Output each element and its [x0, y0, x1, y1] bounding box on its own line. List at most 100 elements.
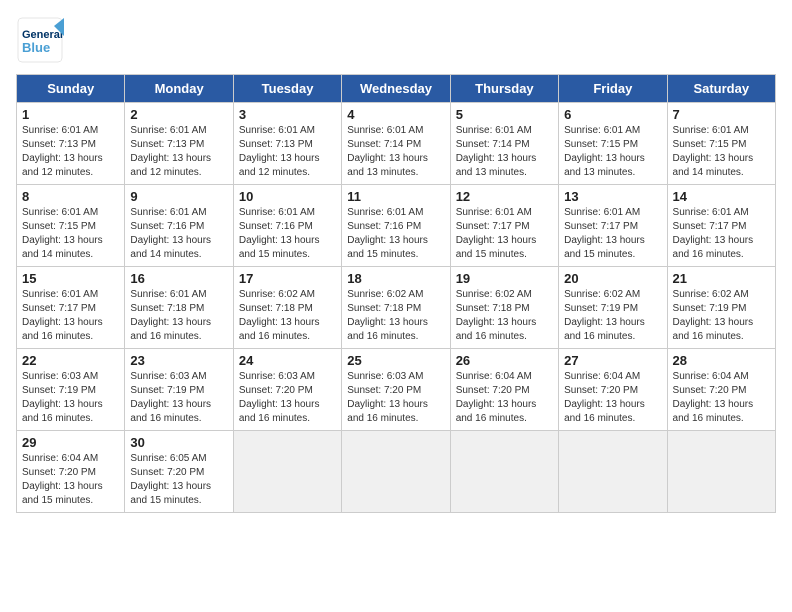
day-info: Sunrise: 6:01 AM Sunset: 7:17 PM Dayligh…	[456, 206, 553, 262]
calendar-cell: 5 Sunrise: 6:01 AM Sunset: 7:14 PM Dayli…	[450, 103, 558, 185]
day-number: 17	[239, 271, 336, 286]
svg-text:Blue: Blue	[22, 40, 50, 55]
calendar-cell: 16 Sunrise: 6:01 AM Sunset: 7:18 PM Dayl…	[125, 267, 233, 349]
day-info: Sunrise: 6:02 AM Sunset: 7:19 PM Dayligh…	[564, 288, 661, 344]
day-info: Sunrise: 6:01 AM Sunset: 7:17 PM Dayligh…	[22, 288, 119, 344]
day-number: 8	[22, 189, 119, 204]
calendar-week-3: 15 Sunrise: 6:01 AM Sunset: 7:17 PM Dayl…	[17, 267, 776, 349]
calendar-week-1: 1 Sunrise: 6:01 AM Sunset: 7:13 PM Dayli…	[17, 103, 776, 185]
day-info: Sunrise: 6:01 AM Sunset: 7:13 PM Dayligh…	[239, 124, 336, 180]
calendar-cell: 9 Sunrise: 6:01 AM Sunset: 7:16 PM Dayli…	[125, 185, 233, 267]
weekday-header-thursday: Thursday	[450, 75, 558, 103]
day-info: Sunrise: 6:04 AM Sunset: 7:20 PM Dayligh…	[564, 370, 661, 426]
day-number: 2	[130, 107, 227, 122]
calendar-cell: 1 Sunrise: 6:01 AM Sunset: 7:13 PM Dayli…	[17, 103, 125, 185]
day-info: Sunrise: 6:03 AM Sunset: 7:19 PM Dayligh…	[22, 370, 119, 426]
day-number: 14	[673, 189, 770, 204]
day-info: Sunrise: 6:02 AM Sunset: 7:19 PM Dayligh…	[673, 288, 770, 344]
calendar-cell: 7 Sunrise: 6:01 AM Sunset: 7:15 PM Dayli…	[667, 103, 775, 185]
day-number: 21	[673, 271, 770, 286]
calendar-cell: 29 Sunrise: 6:04 AM Sunset: 7:20 PM Dayl…	[17, 431, 125, 513]
calendar-cell: 6 Sunrise: 6:01 AM Sunset: 7:15 PM Dayli…	[559, 103, 667, 185]
day-number: 19	[456, 271, 553, 286]
day-info: Sunrise: 6:04 AM Sunset: 7:20 PM Dayligh…	[456, 370, 553, 426]
calendar-body: 1 Sunrise: 6:01 AM Sunset: 7:13 PM Dayli…	[17, 103, 776, 513]
day-number: 27	[564, 353, 661, 368]
day-info: Sunrise: 6:01 AM Sunset: 7:14 PM Dayligh…	[347, 124, 444, 180]
day-number: 4	[347, 107, 444, 122]
day-number: 29	[22, 435, 119, 450]
day-info: Sunrise: 6:02 AM Sunset: 7:18 PM Dayligh…	[239, 288, 336, 344]
weekday-header-monday: Monday	[125, 75, 233, 103]
day-number: 12	[456, 189, 553, 204]
weekday-header-row: SundayMondayTuesdayWednesdayThursdayFrid…	[17, 75, 776, 103]
day-number: 13	[564, 189, 661, 204]
day-info: Sunrise: 6:05 AM Sunset: 7:20 PM Dayligh…	[130, 452, 227, 508]
day-info: Sunrise: 6:01 AM Sunset: 7:15 PM Dayligh…	[673, 124, 770, 180]
calendar-cell: 10 Sunrise: 6:01 AM Sunset: 7:16 PM Dayl…	[233, 185, 341, 267]
day-info: Sunrise: 6:04 AM Sunset: 7:20 PM Dayligh…	[673, 370, 770, 426]
header: General Blue	[16, 16, 776, 64]
calendar-cell	[559, 431, 667, 513]
day-info: Sunrise: 6:01 AM Sunset: 7:13 PM Dayligh…	[130, 124, 227, 180]
day-number: 7	[673, 107, 770, 122]
day-info: Sunrise: 6:01 AM Sunset: 7:16 PM Dayligh…	[130, 206, 227, 262]
day-number: 9	[130, 189, 227, 204]
weekday-header-wednesday: Wednesday	[342, 75, 450, 103]
day-number: 24	[239, 353, 336, 368]
calendar-cell: 30 Sunrise: 6:05 AM Sunset: 7:20 PM Dayl…	[125, 431, 233, 513]
day-number: 15	[22, 271, 119, 286]
calendar-header: SundayMondayTuesdayWednesdayThursdayFrid…	[17, 75, 776, 103]
day-number: 16	[130, 271, 227, 286]
logo: General Blue	[16, 16, 64, 64]
calendar-cell: 19 Sunrise: 6:02 AM Sunset: 7:18 PM Dayl…	[450, 267, 558, 349]
day-info: Sunrise: 6:03 AM Sunset: 7:20 PM Dayligh…	[239, 370, 336, 426]
weekday-header-tuesday: Tuesday	[233, 75, 341, 103]
day-number: 22	[22, 353, 119, 368]
day-info: Sunrise: 6:01 AM Sunset: 7:16 PM Dayligh…	[347, 206, 444, 262]
day-info: Sunrise: 6:03 AM Sunset: 7:20 PM Dayligh…	[347, 370, 444, 426]
calendar-cell: 28 Sunrise: 6:04 AM Sunset: 7:20 PM Dayl…	[667, 349, 775, 431]
day-info: Sunrise: 6:01 AM Sunset: 7:17 PM Dayligh…	[673, 206, 770, 262]
calendar-cell: 3 Sunrise: 6:01 AM Sunset: 7:13 PM Dayli…	[233, 103, 341, 185]
day-number: 3	[239, 107, 336, 122]
day-info: Sunrise: 6:04 AM Sunset: 7:20 PM Dayligh…	[22, 452, 119, 508]
day-number: 10	[239, 189, 336, 204]
calendar-cell	[342, 431, 450, 513]
day-info: Sunrise: 6:02 AM Sunset: 7:18 PM Dayligh…	[347, 288, 444, 344]
day-info: Sunrise: 6:01 AM Sunset: 7:14 PM Dayligh…	[456, 124, 553, 180]
weekday-header-saturday: Saturday	[667, 75, 775, 103]
day-info: Sunrise: 6:01 AM Sunset: 7:16 PM Dayligh…	[239, 206, 336, 262]
calendar-cell: 13 Sunrise: 6:01 AM Sunset: 7:17 PM Dayl…	[559, 185, 667, 267]
day-info: Sunrise: 6:01 AM Sunset: 7:13 PM Dayligh…	[22, 124, 119, 180]
logo-icon: General Blue	[16, 16, 64, 64]
calendar-cell: 21 Sunrise: 6:02 AM Sunset: 7:19 PM Dayl…	[667, 267, 775, 349]
calendar-cell: 2 Sunrise: 6:01 AM Sunset: 7:13 PM Dayli…	[125, 103, 233, 185]
calendar-cell: 17 Sunrise: 6:02 AM Sunset: 7:18 PM Dayl…	[233, 267, 341, 349]
calendar-cell	[667, 431, 775, 513]
weekday-header-friday: Friday	[559, 75, 667, 103]
calendar-cell: 18 Sunrise: 6:02 AM Sunset: 7:18 PM Dayl…	[342, 267, 450, 349]
calendar-cell: 20 Sunrise: 6:02 AM Sunset: 7:19 PM Dayl…	[559, 267, 667, 349]
calendar-cell: 12 Sunrise: 6:01 AM Sunset: 7:17 PM Dayl…	[450, 185, 558, 267]
calendar-cell: 14 Sunrise: 6:01 AM Sunset: 7:17 PM Dayl…	[667, 185, 775, 267]
day-info: Sunrise: 6:03 AM Sunset: 7:19 PM Dayligh…	[130, 370, 227, 426]
day-number: 28	[673, 353, 770, 368]
calendar-cell: 22 Sunrise: 6:03 AM Sunset: 7:19 PM Dayl…	[17, 349, 125, 431]
day-number: 23	[130, 353, 227, 368]
day-number: 30	[130, 435, 227, 450]
calendar: SundayMondayTuesdayWednesdayThursdayFrid…	[16, 74, 776, 513]
day-info: Sunrise: 6:01 AM Sunset: 7:18 PM Dayligh…	[130, 288, 227, 344]
day-number: 11	[347, 189, 444, 204]
day-number: 1	[22, 107, 119, 122]
calendar-cell: 11 Sunrise: 6:01 AM Sunset: 7:16 PM Dayl…	[342, 185, 450, 267]
calendar-week-2: 8 Sunrise: 6:01 AM Sunset: 7:15 PM Dayli…	[17, 185, 776, 267]
calendar-cell: 24 Sunrise: 6:03 AM Sunset: 7:20 PM Dayl…	[233, 349, 341, 431]
calendar-cell	[450, 431, 558, 513]
calendar-cell: 4 Sunrise: 6:01 AM Sunset: 7:14 PM Dayli…	[342, 103, 450, 185]
day-info: Sunrise: 6:01 AM Sunset: 7:17 PM Dayligh…	[564, 206, 661, 262]
calendar-cell: 8 Sunrise: 6:01 AM Sunset: 7:15 PM Dayli…	[17, 185, 125, 267]
weekday-header-sunday: Sunday	[17, 75, 125, 103]
day-info: Sunrise: 6:02 AM Sunset: 7:18 PM Dayligh…	[456, 288, 553, 344]
day-number: 26	[456, 353, 553, 368]
